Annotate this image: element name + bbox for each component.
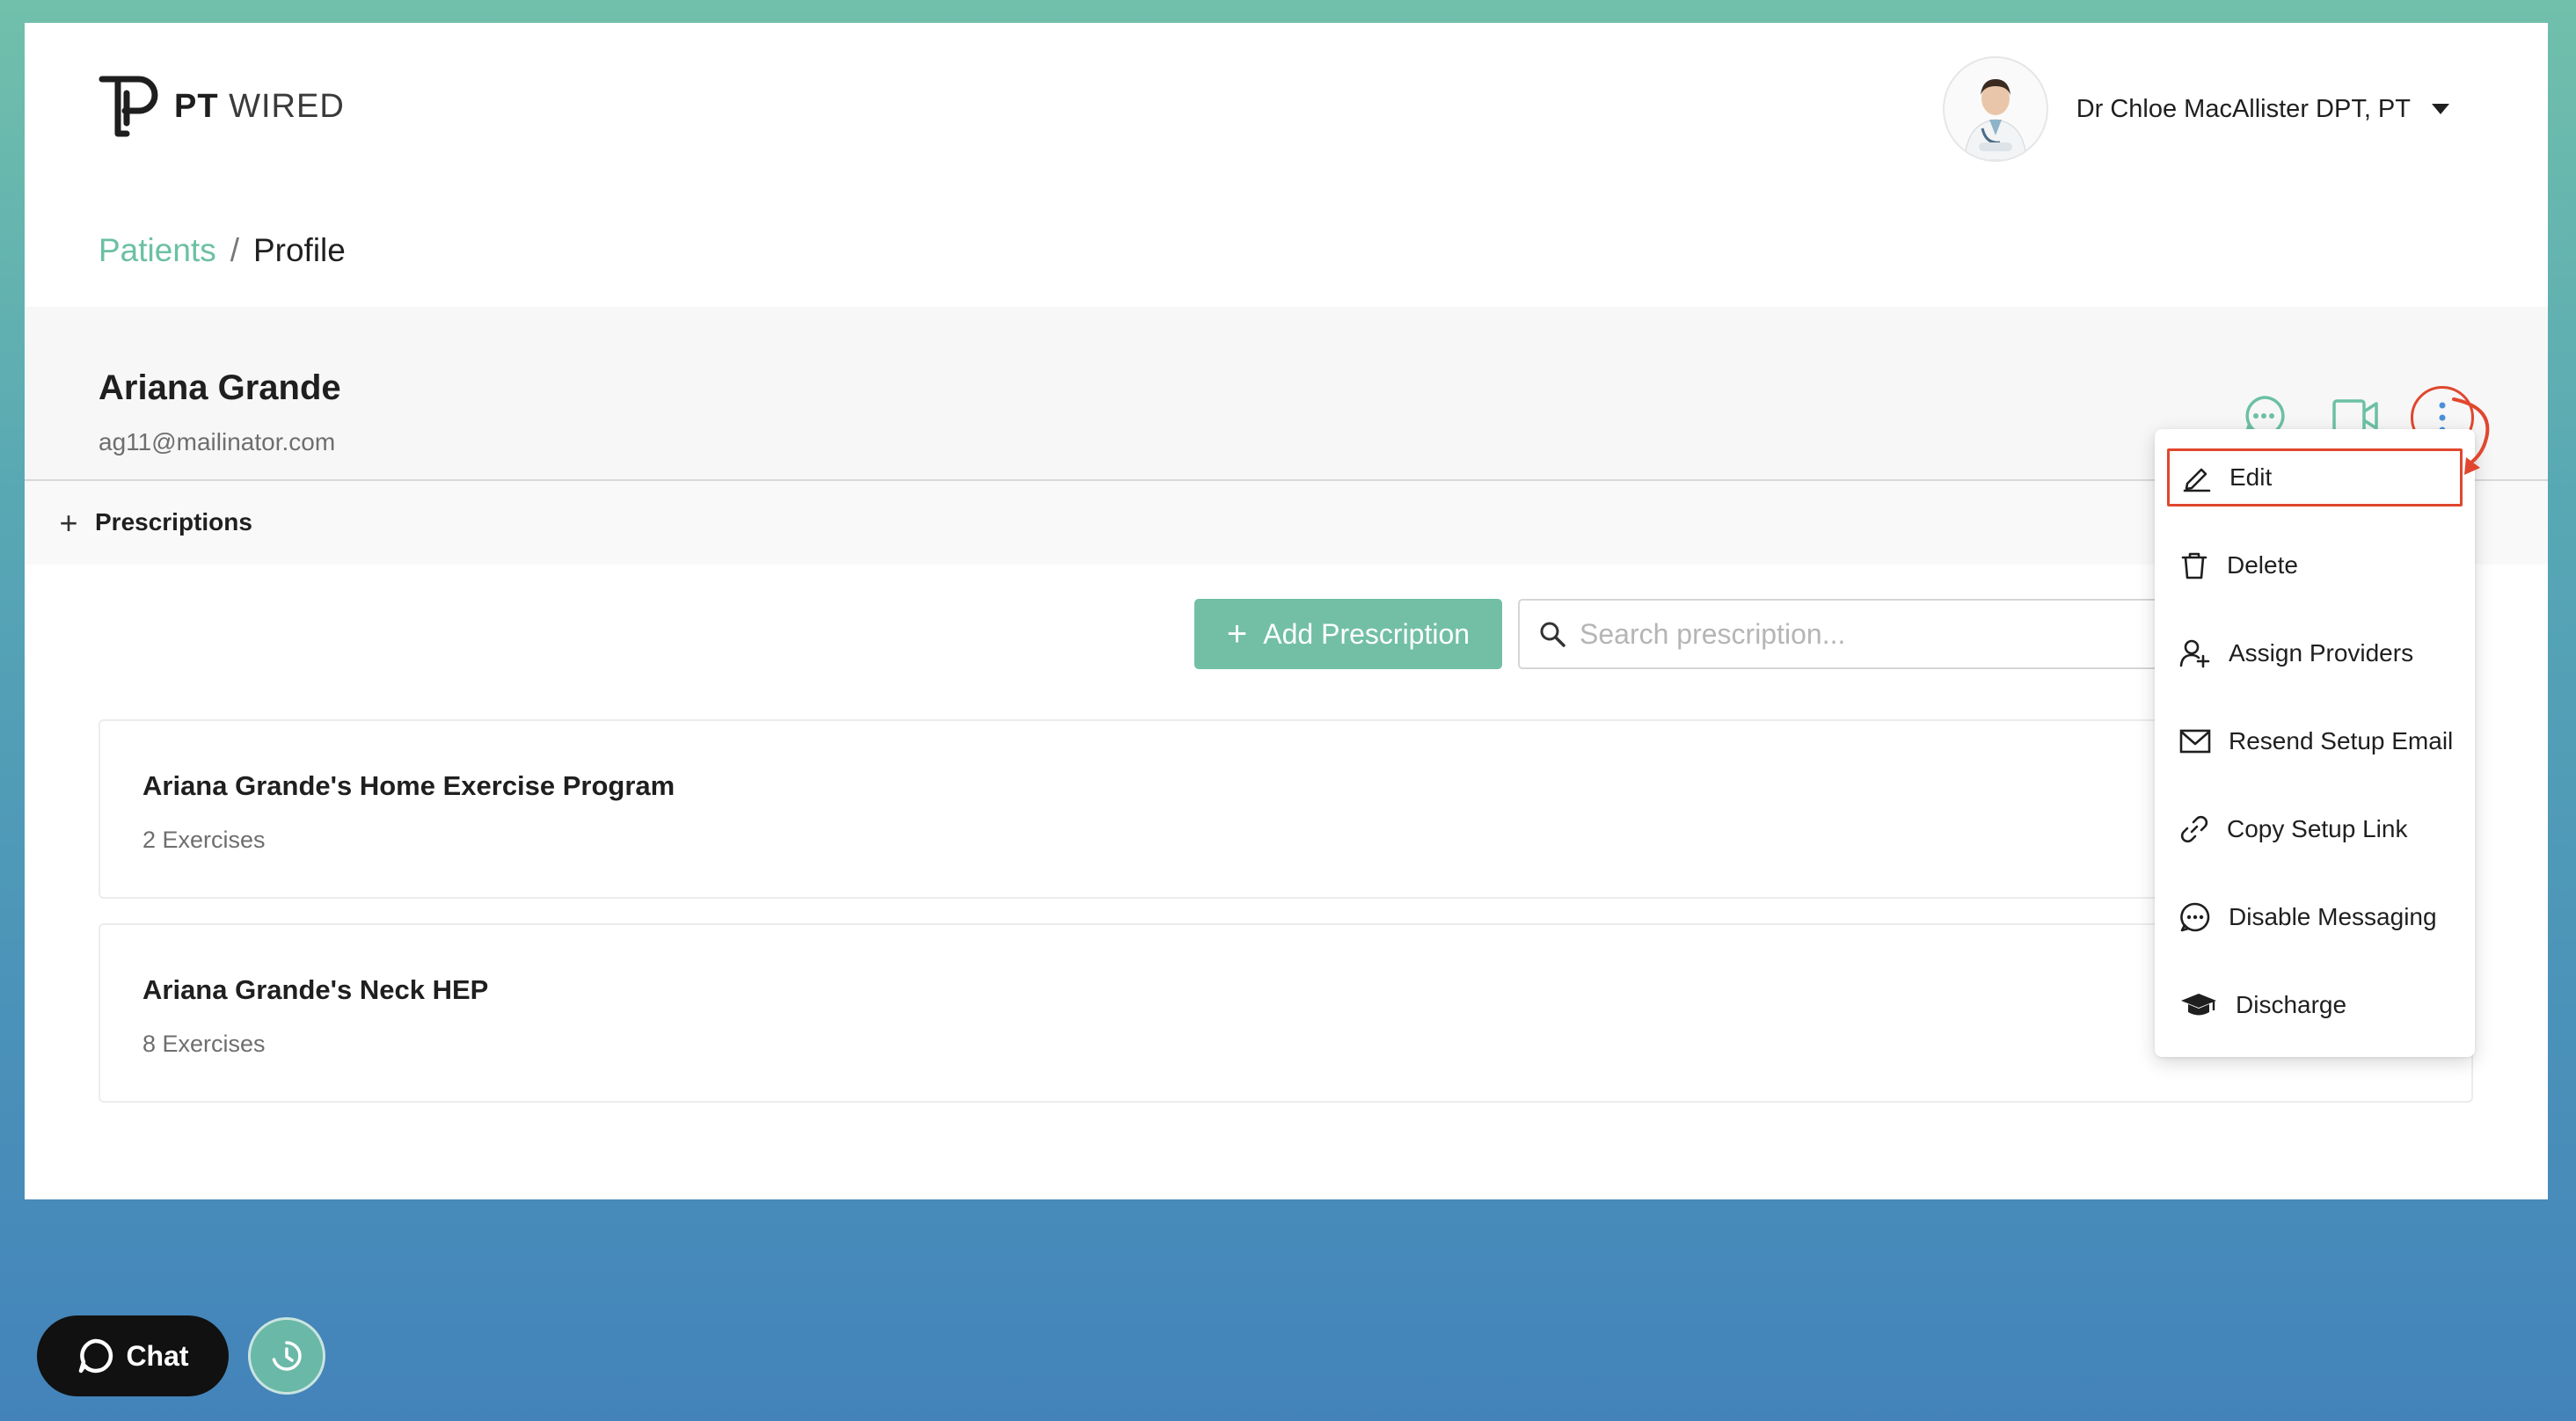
- menu-item-label: Copy Setup Link: [2227, 815, 2408, 842]
- history-widget-button[interactable]: [248, 1317, 325, 1395]
- annotation-arrow-icon: [2452, 397, 2490, 475]
- menu-item-copy-setup-link[interactable]: Copy Setup Link: [2167, 800, 2463, 858]
- menu-item-resend-setup-email[interactable]: Resend Setup Email: [2167, 712, 2463, 770]
- pt-logo-icon: [99, 76, 158, 137]
- envelope-icon: [2179, 729, 2211, 754]
- graduation-cap-icon: [2181, 994, 2216, 1016]
- menu-item-label: Resend Setup Email: [2229, 727, 2454, 754]
- trash-icon: [2181, 552, 2207, 579]
- user-name[interactable]: Dr Chloe MacAllister DPT, PT: [2076, 95, 2411, 124]
- chat-label: Chat: [126, 1339, 189, 1372]
- menu-item-label: Disable Messaging: [2229, 903, 2437, 930]
- user-menu[interactable]: Dr Chloe MacAllister DPT, PT: [1942, 56, 2449, 162]
- program-exercise-count: 8 Exercises: [142, 1031, 266, 1057]
- link-icon: [2180, 815, 2208, 843]
- search-icon: [1540, 622, 1565, 647]
- menu-item-discharge[interactable]: Discharge: [2167, 976, 2463, 1034]
- program-exercise-count: 2 Exercises: [142, 827, 266, 853]
- breadcrumb-current: Profile: [252, 232, 346, 268]
- search-prescription-input[interactable]: [1578, 616, 2144, 652]
- breadcrumb: Patients / Profile: [99, 232, 346, 269]
- message-icon: [2180, 902, 2210, 932]
- add-prescription-label: Add Prescription: [1263, 617, 1470, 650]
- pencil-icon: [2183, 468, 2211, 492]
- menu-item-label: Assign Providers: [2229, 639, 2414, 667]
- program-title[interactable]: Ariana Grande's Home Exercise Program: [142, 770, 675, 802]
- avatar[interactable]: [1942, 56, 2048, 162]
- menu-item-assign-providers[interactable]: Assign Providers: [2167, 624, 2463, 682]
- breadcrumb-separator: /: [230, 232, 239, 268]
- chevron-down-icon[interactable]: [2432, 104, 2449, 114]
- chat-widget-button[interactable]: Chat: [37, 1315, 229, 1396]
- chat-bubble-icon: [79, 1338, 113, 1374]
- logo-text-light: WIRED: [229, 87, 345, 125]
- prescriptions-title[interactable]: Prescriptions: [95, 508, 252, 536]
- patient-email: ag11@mailinator.com: [99, 428, 336, 455]
- options-dropdown-menu: Edit Delete Assign Providers Resend Setu…: [2155, 429, 2475, 1057]
- program-title[interactable]: Ariana Grande's Neck HEP: [142, 974, 488, 1006]
- patient-name: Ariana Grande: [99, 368, 341, 407]
- program-card[interactable]: Ariana Grande's Home Exercise Program 2 …: [99, 719, 2473, 899]
- doctor-avatar-icon: [1964, 79, 2027, 160]
- menu-item-delete[interactable]: Delete: [2167, 536, 2463, 594]
- clock-history-icon: [272, 1341, 302, 1371]
- plus-icon: +: [1226, 615, 1248, 653]
- search-prescription-field[interactable]: [1518, 599, 2186, 669]
- assign-user-icon: [2179, 639, 2210, 668]
- logo-text-bold: PT: [174, 87, 219, 125]
- menu-item-label: Discharge: [2236, 991, 2347, 1018]
- logo[interactable]: PT WIRED: [99, 74, 345, 139]
- expand-plus-icon[interactable]: +: [51, 506, 86, 541]
- logo-text: PT WIRED: [174, 88, 345, 126]
- add-prescription-button[interactable]: + Add Prescription: [1194, 599, 1502, 669]
- breadcrumb-patients-link[interactable]: Patients: [99, 232, 216, 269]
- menu-item-edit[interactable]: Edit: [2167, 448, 2463, 506]
- menu-item-disable-messaging[interactable]: Disable Messaging: [2167, 888, 2463, 946]
- menu-item-label: Edit: [2229, 463, 2273, 491]
- menu-item-label: Delete: [2227, 551, 2298, 579]
- program-card[interactable]: Ariana Grande's Neck HEP 8 Exercises: [99, 923, 2473, 1103]
